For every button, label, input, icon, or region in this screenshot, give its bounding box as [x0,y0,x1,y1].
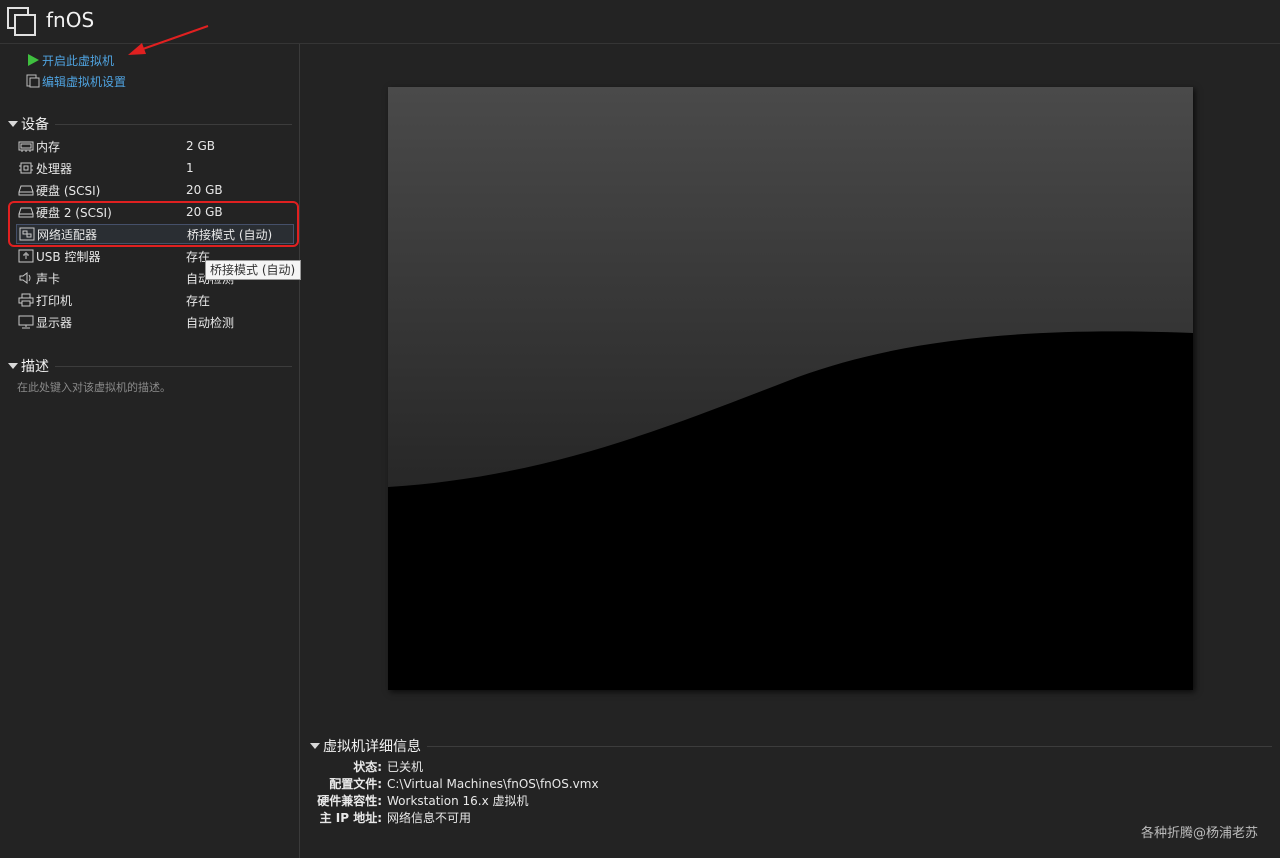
hard-disk-icon [18,185,34,196]
edit-settings-icon [26,74,40,88]
detail-label: 状态: [353,760,382,774]
processor-icon [19,162,33,174]
collapse-triangle-icon [310,743,320,749]
device-name: 显示器 [36,315,73,330]
vm-details-heading: 虚拟机详细信息 [323,739,421,755]
device-row-hard-disk-2[interactable]: 硬盘 2 (SCSI) 20 GB [16,202,294,222]
collapse-triangle-icon [8,121,18,127]
detail-label: 硬件兼容性: [317,794,382,808]
device-name: 处理器 [36,161,73,176]
display-icon [18,315,34,329]
device-name: 内存 [36,139,61,154]
detail-value: 已关机 [387,760,424,774]
device-value: 桥接模式 (自动) [187,227,273,242]
detail-label: 主 IP 地址: [319,811,382,825]
detail-row-hardware-compat: 硬件兼容性: Workstation 16.x 虚拟机 [300,792,900,809]
device-name: 声卡 [36,271,61,286]
device-row-processor[interactable]: 处理器 1 [16,158,294,178]
memory-icon [18,141,34,152]
device-value: 20 GB [186,183,223,197]
device-row-display[interactable]: 显示器 自动检测 [16,312,294,332]
device-row-network-adapter[interactable]: 网络适配器 桥接模式 (自动) [16,224,294,244]
play-icon [28,54,39,66]
title-bar: fnOS [0,0,1280,44]
vm-details-section-header[interactable]: 虚拟机详细信息 [310,737,1272,755]
network-adapter-icon [19,227,35,241]
description-placeholder[interactable]: 在此处键入对该虚拟机的描述。 [17,379,171,395]
device-name: 网络适配器 [37,227,98,242]
tooltip: 桥接模式 (自动) [205,260,301,280]
divider [55,365,292,367]
detail-row-status: 状态: 已关机 [300,758,900,775]
vm-screen-preview [388,87,1193,690]
preview-graphic [388,87,1193,690]
device-name: 硬盘 (SCSI) [36,183,101,198]
device-row-printer[interactable]: 打印机 存在 [16,290,294,310]
description-heading: 描述 [21,359,49,375]
device-name: 打印机 [36,293,73,308]
device-value: 自动检测 [186,315,235,330]
divider [427,745,1272,747]
devices-heading: 设备 [21,117,49,133]
device-value: 20 GB [186,205,223,219]
description-section-header[interactable]: 描述 [8,357,292,375]
detail-value: Workstation 16.x 虚拟机 [387,794,529,808]
edit-settings-button[interactable]: 编辑虚拟机设置 [26,72,126,90]
printer-icon [18,293,34,307]
divider [55,123,292,125]
device-value: 1 [186,161,194,175]
power-on-label: 开启此虚拟机 [42,53,115,68]
vm-title: fnOS [46,8,95,32]
device-name: USB 控制器 [36,249,101,264]
detail-value: C:\Virtual Machines\fnOS\fnOS.vmx [387,776,599,791]
device-row-memory[interactable]: 内存 2 GB [16,136,294,156]
power-on-button[interactable]: 开启此虚拟机 [26,51,114,69]
devices-section-header[interactable]: 设备 [8,115,292,133]
sound-card-icon [19,272,31,284]
device-value: 2 GB [186,139,215,153]
device-row-hard-disk[interactable]: 硬盘 (SCSI) 20 GB [16,180,294,200]
device-value: 存在 [186,293,211,308]
detail-value: 网络信息不可用 [387,811,472,825]
watermark: 各种折腾@杨浦老苏 [1140,826,1258,841]
virtual-machine-icon [7,7,36,36]
usb-controller-icon [18,249,34,263]
detail-row-config-file: 配置文件: C:\Virtual Machines\fnOS\fnOS.vmx [300,775,900,792]
hard-disk-icon [18,207,34,218]
collapse-triangle-icon [8,363,18,369]
device-name: 硬盘 2 (SCSI) [36,205,112,220]
edit-settings-label: 编辑虚拟机设置 [42,74,127,89]
detail-label: 配置文件: [329,777,382,791]
detail-row-ip-address: 主 IP 地址: 网络信息不可用 [300,809,900,826]
